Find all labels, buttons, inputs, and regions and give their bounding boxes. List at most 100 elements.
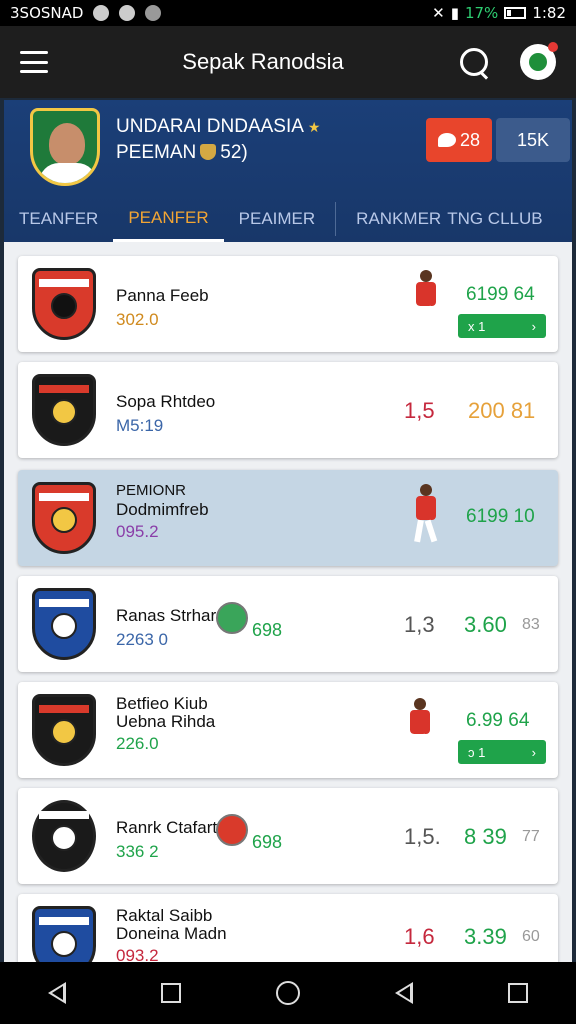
tab-divider xyxy=(335,202,337,236)
tab-rankmer[interactable]: RANKMER xyxy=(341,196,447,242)
tab-teanfer[interactable]: TEANFER xyxy=(4,196,113,242)
player-icon xyxy=(410,484,440,546)
club-score: 095.2 xyxy=(116,522,159,541)
tab-peanfer[interactable]: PEANFER xyxy=(113,196,224,242)
club-name: Raktal Saibb xyxy=(116,906,213,925)
tab-bar: TEANFER PEANFER PEAIMER RANKMER TNG CLLU… xyxy=(4,196,572,242)
signal-icon: ▮ xyxy=(450,4,459,22)
recents-icon[interactable] xyxy=(160,983,181,1003)
stat-primary: 6199 64 xyxy=(466,284,535,305)
follow-button[interactable]: 15K xyxy=(496,118,570,162)
android-icon xyxy=(145,5,162,21)
player-icon xyxy=(410,270,440,332)
club-list: Panna Feeb 302.0 6199 64 x 1 › Sopa Rhtde… xyxy=(4,242,572,962)
club-crest-icon xyxy=(32,588,96,660)
stat-primary: 6199 10 xyxy=(466,506,535,527)
list-item[interactable]: Raktal Saibb Doneina Madn 093.2 1,6 3.39… xyxy=(18,894,558,962)
follow-label: 15K xyxy=(516,129,550,150)
club-score: 302.0 xyxy=(116,310,159,329)
back-icon[interactable] xyxy=(47,982,66,1004)
profile-icon[interactable] xyxy=(520,42,558,80)
club-crest-icon xyxy=(32,268,96,340)
trophy-icon xyxy=(200,144,217,160)
tab-peaimer[interactable]: PEAIMER xyxy=(224,196,331,242)
stat-secondary: 1,3 xyxy=(404,612,435,637)
chevron-right-icon: › xyxy=(531,318,536,334)
carrier-text: 3SOSNAD xyxy=(10,4,84,22)
banner-title: UNDARAI DNDAASIA ★ xyxy=(116,116,320,138)
stat-primary: 6.99 64 xyxy=(466,710,530,731)
app-header: Sepak Ranodsia xyxy=(0,26,576,98)
stat-secondary: 1,5. xyxy=(404,824,441,849)
list-item[interactable]: PEMIONR Dodmimfreb 095.2 6199 10 xyxy=(18,470,558,566)
notification-icon xyxy=(93,5,110,21)
stat-primary: 200 81 xyxy=(468,398,536,423)
twitter-icon xyxy=(437,133,456,147)
system-nav-bar xyxy=(0,962,576,1024)
stat-secondary: 1,5 xyxy=(404,398,435,423)
player-icon xyxy=(404,698,434,760)
app-title: Sepak Ranodsia xyxy=(182,49,344,74)
search-icon[interactable] xyxy=(458,46,490,78)
chevron-right-icon: › xyxy=(531,744,536,760)
profile-banner: UNDARAI DNDAASIA ★ PEEMAN 52) 28 15K TEANF… xyxy=(4,100,572,242)
stat-primary: 3.60 xyxy=(464,612,507,637)
tab-tng-club[interactable]: TNG CLLUB xyxy=(447,196,557,242)
home-icon[interactable] xyxy=(275,981,300,1005)
club-crest-icon xyxy=(32,694,96,766)
club-crest-icon xyxy=(32,374,96,446)
clock: 1:82 xyxy=(532,4,566,22)
stat-mid: 698 xyxy=(252,832,283,852)
banner-title-text: UNDARAI DNDAASIA xyxy=(116,116,304,137)
stat-secondary: 1,6 xyxy=(404,924,435,949)
battery-percent: 17% xyxy=(464,4,499,22)
player-avatar[interactable] xyxy=(30,108,100,186)
banner-subtitle: PEEMAN 52) xyxy=(116,142,248,164)
list-item[interactable]: Ranrk Ctafart 336 2 698 1,5. 8 39 77 xyxy=(18,788,558,884)
battery-icon xyxy=(504,7,527,19)
pill-label: x 1 xyxy=(468,318,486,334)
club-name-secondary: Uebna Rihda xyxy=(116,712,216,731)
list-item[interactable]: Ranas Strhar 2263 0 698 1,3 3.60 83 xyxy=(18,576,558,672)
pill-label: ɔ 1 xyxy=(468,744,486,760)
list-item[interactable]: Panna Feeb 302.0 6199 64 x 1 › xyxy=(18,256,558,352)
ball-icon xyxy=(216,814,248,846)
club-name-secondary: Doneina Madn xyxy=(116,924,227,943)
recents-icon[interactable] xyxy=(508,983,529,1003)
stat-tertiary: 77 xyxy=(522,828,540,845)
list-item[interactable]: Betfieo Kiub Uebna Rihda 226.0 6.99 64 ɔ… xyxy=(18,682,558,778)
club-score: 226.0 xyxy=(116,734,159,753)
stat-mid: 698 xyxy=(252,620,283,640)
club-crest-icon xyxy=(32,800,96,872)
stat-tertiary: 83 xyxy=(522,616,540,633)
club-crest-icon xyxy=(32,906,96,962)
stat-primary: 3.39 xyxy=(464,924,507,949)
club-score: 336 2 xyxy=(116,842,159,861)
club-score: M5:19 xyxy=(116,416,164,435)
club-name: Betfieo Kiub xyxy=(116,694,208,713)
stat-tertiary: 60 xyxy=(522,928,540,945)
club-score: 093.2 xyxy=(116,946,159,962)
record-icon xyxy=(119,5,136,21)
club-name: Ranas Strhar xyxy=(116,606,217,625)
club-name: PEMIONR xyxy=(116,482,187,499)
ball-icon xyxy=(216,602,248,634)
club-name: Panna Feeb xyxy=(116,286,209,305)
list-item[interactable]: Sopa Rhtdeo M5:19 1,5 200 81 xyxy=(18,362,558,458)
action-pill[interactable]: x 1 › xyxy=(458,314,546,338)
twitter-button[interactable]: 28 xyxy=(426,118,492,162)
club-name: Ranrk Ctafart xyxy=(116,818,218,837)
twitter-count: 28 xyxy=(459,129,481,150)
club-crest-icon xyxy=(32,482,96,554)
club-name: Sopa Rhtdeo xyxy=(116,392,216,411)
back-icon[interactable] xyxy=(395,982,414,1004)
banner-subtitle-suffix: 52) xyxy=(220,142,248,163)
action-pill[interactable]: ɔ 1 › xyxy=(458,740,546,764)
mute-icon: ✕ xyxy=(432,4,445,22)
banner-subtitle-prefix: PEEMAN xyxy=(116,142,197,163)
menu-icon[interactable] xyxy=(20,51,48,73)
star-icon: ★ xyxy=(307,119,321,135)
stat-primary: 8 39 xyxy=(464,824,507,849)
status-bar: 3SOSNAD ✕ ▮ 17% 1:82 xyxy=(0,0,576,26)
club-name-secondary: Dodmimfreb xyxy=(116,500,209,519)
